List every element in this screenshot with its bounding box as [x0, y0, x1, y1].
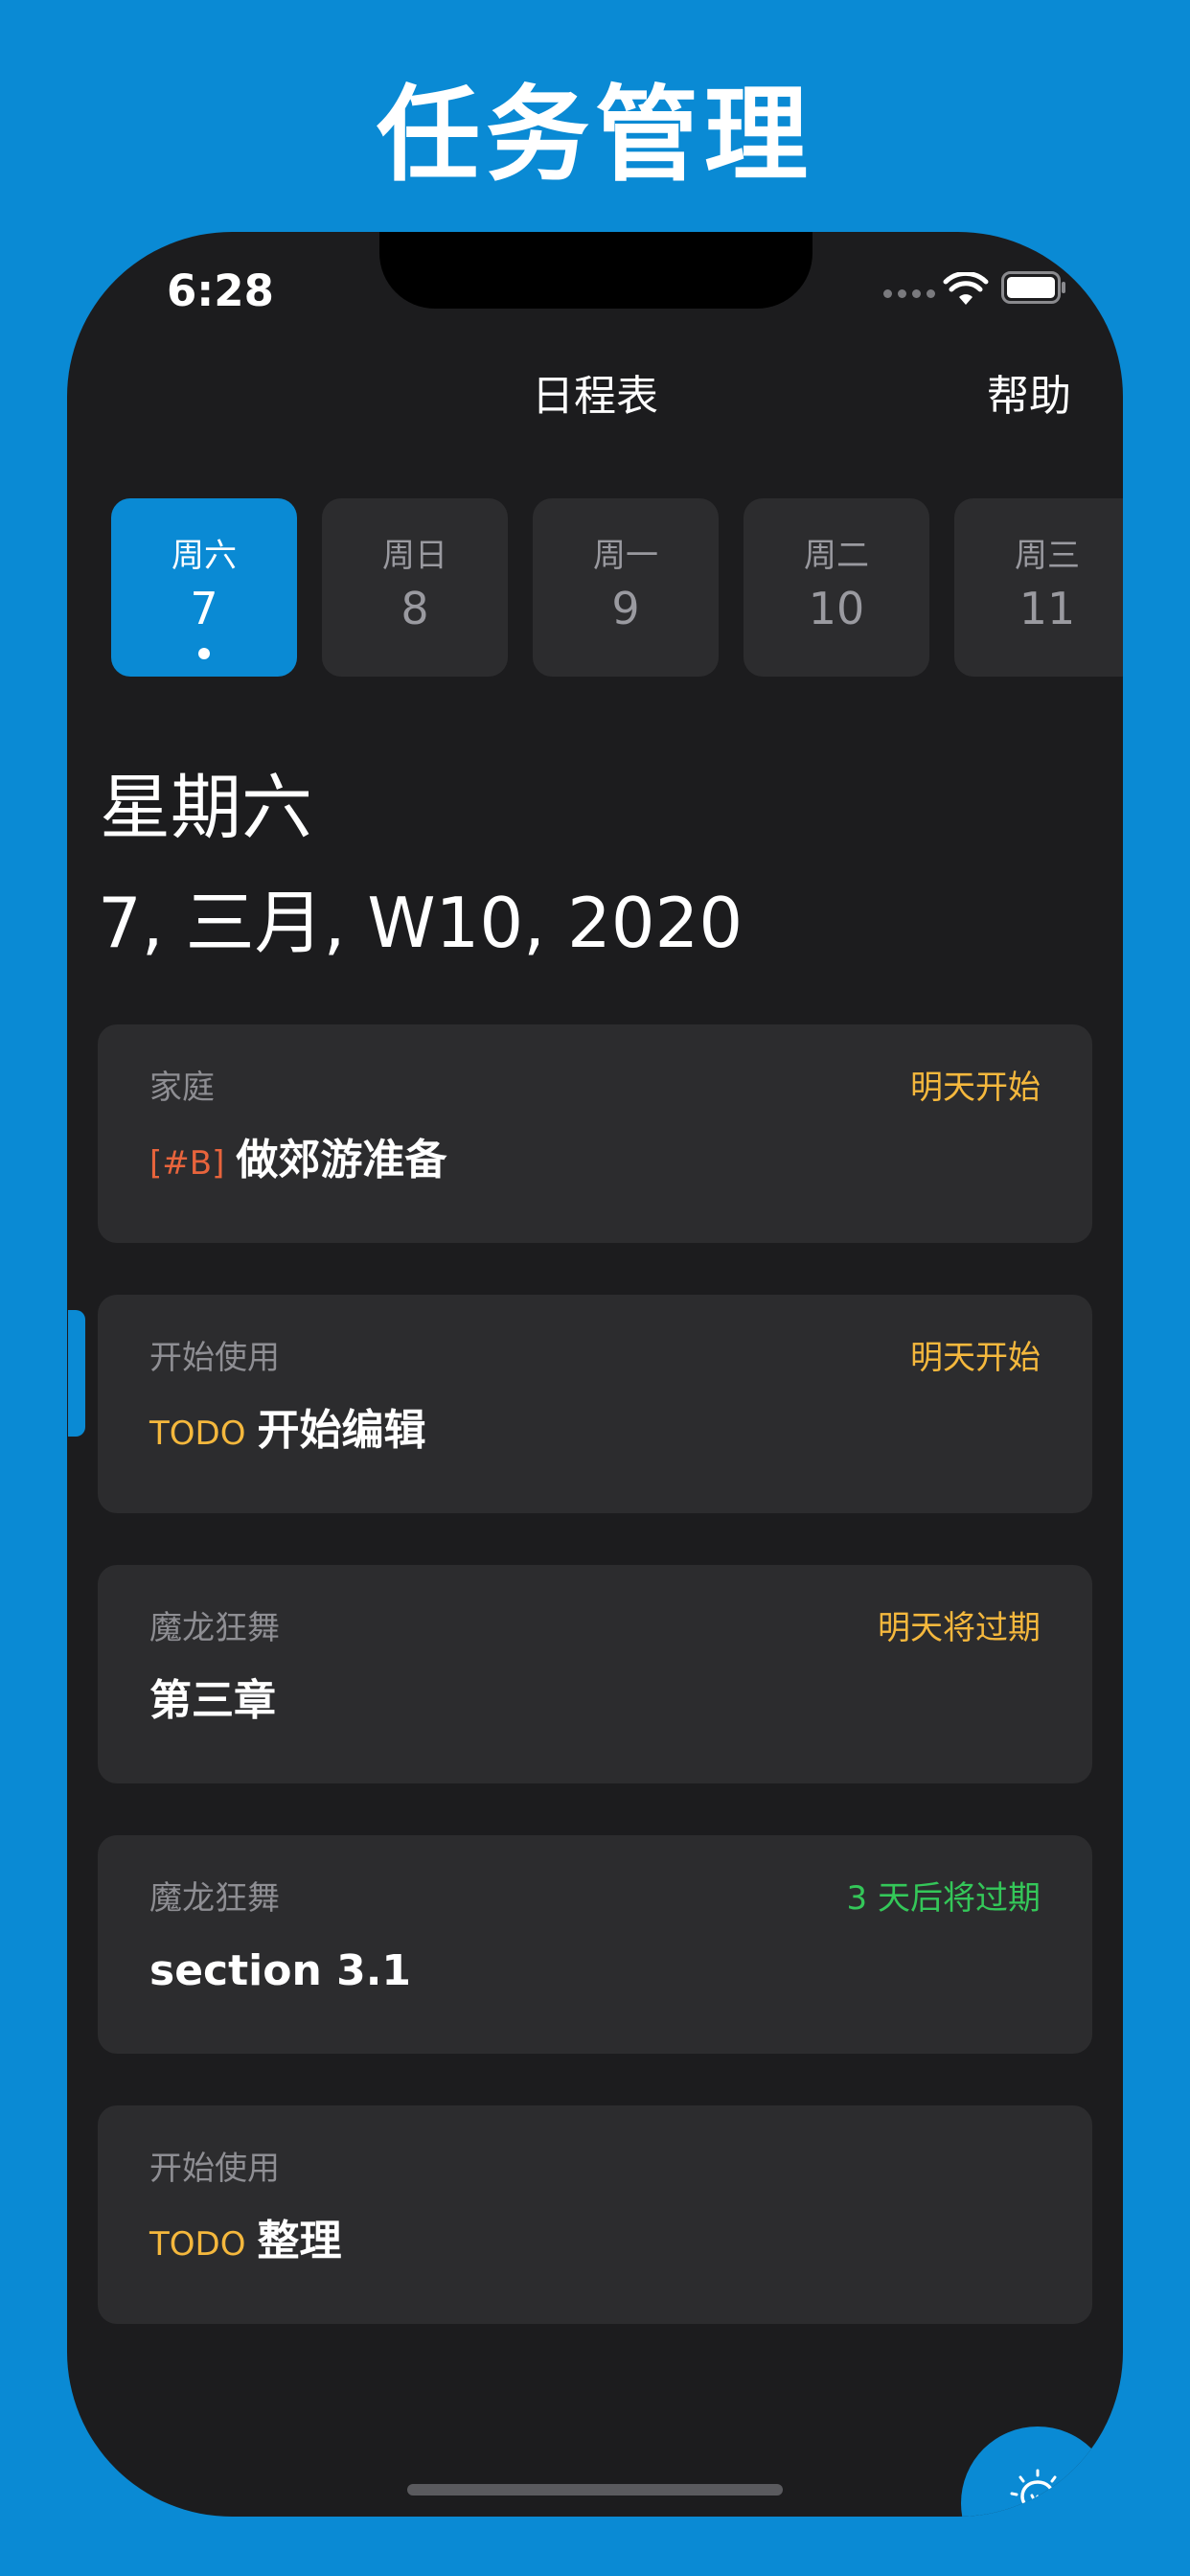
home-indicator[interactable] — [407, 2484, 783, 2496]
day-chip-weekday: 周日 — [382, 537, 447, 575]
task-card[interactable]: 开始使用 明天开始 TODO 开始编辑 — [98, 1295, 1092, 1513]
task-title: 第三章 — [149, 1676, 276, 1725]
task-project: 魔龙狂舞 — [149, 1609, 280, 1647]
nav-title: 日程表 — [532, 372, 658, 421]
task-card[interactable]: 魔龙狂舞 3 天后将过期 section 3.1 — [98, 1835, 1092, 2054]
task-project: 魔龙狂舞 — [149, 1879, 280, 1918]
task-due-status: 明天开始 — [910, 1069, 1041, 1107]
task-title-row: [#B] 做郊游准备 — [149, 1134, 446, 1190]
task-due-status: 3 天后将过期 — [846, 1879, 1041, 1918]
task-title: section 3.1 — [149, 1946, 412, 1995]
sidebar-pull-handle[interactable] — [68, 1310, 85, 1437]
lightbulb-icon — [1010, 2469, 1065, 2517]
day-chip-weekday: 周一 — [593, 537, 658, 575]
promo-title: 任务管理 — [376, 76, 813, 196]
day-chip-number: 9 — [611, 583, 640, 634]
todo-tag: TODO — [149, 2225, 246, 2264]
selected-weekday-heading: 星期六 — [100, 767, 312, 849]
task-title: 做郊游准备 — [236, 1136, 447, 1184]
task-project: 开始使用 — [149, 2150, 280, 2188]
task-due-status: 明天开始 — [910, 1339, 1041, 1377]
day-chip-weekday: 周二 — [804, 537, 869, 575]
day-chip-weekday: 周三 — [1015, 537, 1080, 575]
day-chip-weekday: 周六 — [172, 537, 237, 575]
quick-add-button[interactable] — [961, 2426, 1114, 2517]
selected-date-heading: 7, 三月, W10, 2020 — [98, 883, 744, 963]
task-card[interactable]: 家庭 明天开始 [#B] 做郊游准备 — [98, 1024, 1092, 1243]
has-items-dot — [198, 648, 210, 659]
battery-icon — [1001, 271, 1065, 304]
notch — [379, 232, 812, 309]
wifi-icon — [943, 272, 989, 305]
todo-tag: TODO — [149, 1414, 246, 1453]
day-chip-sun[interactable]: 周日 8 — [322, 498, 508, 677]
priority-tag: [#B] — [149, 1144, 225, 1183]
day-chip-mon[interactable]: 周一 9 — [533, 498, 719, 677]
cellular-dots-icon — [883, 289, 935, 298]
day-chip-number: 8 — [400, 583, 429, 634]
day-chip-sat[interactable]: 周六 7 — [111, 498, 297, 677]
task-project: 家庭 — [149, 1069, 215, 1107]
task-title-row: TODO 开始编辑 — [149, 1404, 425, 1460]
task-title-row: TODO 整理 — [149, 2215, 341, 2271]
phone-frame: 6:28 日程表 帮助 周六 7 周日 8 周一 9 周二 10 周三 11 星… — [67, 232, 1123, 2517]
task-title: 开始编辑 — [257, 1406, 426, 1455]
status-time: 6:28 — [167, 265, 274, 316]
day-chip-wed[interactable]: 周三 11 — [954, 498, 1123, 677]
task-card[interactable]: 魔龙狂舞 明天将过期 第三章 — [98, 1565, 1092, 1783]
help-button[interactable]: 帮助 — [987, 368, 1071, 426]
day-chip-number: 11 — [1018, 583, 1076, 634]
day-chip-number: 10 — [808, 583, 865, 634]
day-chip-tue[interactable]: 周二 10 — [744, 498, 929, 677]
task-title: 整理 — [257, 2217, 342, 2266]
day-chip-number: 7 — [190, 583, 218, 634]
task-card[interactable]: 开始使用 TODO 整理 — [98, 2105, 1092, 2324]
task-due-status: 明天将过期 — [878, 1609, 1041, 1647]
task-project: 开始使用 — [149, 1339, 280, 1377]
